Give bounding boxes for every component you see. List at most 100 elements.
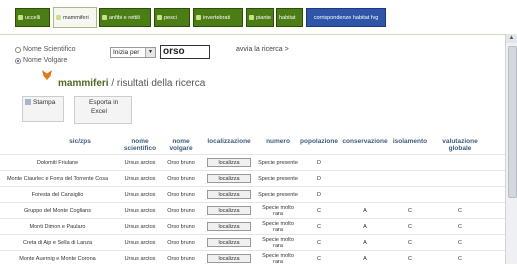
- cell-num: Specie presente: [258, 159, 298, 166]
- cell-pop: C: [317, 239, 321, 246]
- cell-sci: Ursus arctos: [124, 175, 156, 182]
- cell-site: Foresta del Cansiglio: [31, 191, 84, 198]
- cell-com: Orso bruno: [167, 239, 195, 246]
- header-numero: numero: [266, 138, 290, 145]
- radio-nome-volgare[interactable]: Nome Volgare: [15, 57, 67, 64]
- tab-pesci[interactable]: pesci: [154, 8, 190, 27]
- cell-cons: [340, 155, 390, 170]
- cell-com: Orso bruno: [167, 191, 195, 198]
- table-row: Monte Ciaurlec e Forra del Torrente Cosa…: [0, 170, 505, 186]
- table-row: Dolomiti Friulane Ursus arctos Orso bruno l…: [0, 154, 505, 170]
- frog-icon: [102, 15, 107, 20]
- cell-cons: [340, 187, 390, 202]
- radio-icon[interactable]: [15, 46, 21, 53]
- table-row: Creta di Aip e Sella di Lanza Ursus arcto…: [0, 234, 505, 250]
- cell-loc: localizza: [203, 235, 255, 250]
- start-search-link[interactable]: avvia la ricerca >: [236, 46, 289, 53]
- localizza-button[interactable]: localizza: [207, 222, 251, 231]
- cell-glob: C: [458, 239, 462, 246]
- cell-sci: Ursus arctos: [124, 191, 156, 198]
- tab-mammiferi[interactable]: mammiferi: [53, 7, 97, 28]
- localizza-button[interactable]: localizza: [207, 174, 251, 183]
- cell-sci: Ursus arctos: [124, 239, 156, 246]
- cell-num: Specie molto rara: [262, 220, 294, 233]
- match-mode-select[interactable]: Inizia per ▼: [110, 47, 156, 58]
- cell-sci: Ursus arctos: [124, 207, 156, 214]
- header-isolamento: isolamento: [392, 138, 428, 145]
- cell-num: Specie presente: [258, 175, 298, 182]
- cell-glob: C: [458, 223, 462, 230]
- cell-loc: localizza: [203, 187, 255, 202]
- cell-glob: [430, 155, 490, 170]
- tab-anfibi-rettili[interactable]: anfibi e rettili: [99, 8, 151, 27]
- cell-loc: localizza: [203, 203, 255, 218]
- localizza-button[interactable]: localizza: [207, 254, 251, 263]
- header-conservazione: conservazione: [342, 138, 388, 145]
- nav-divider: [0, 34, 505, 35]
- cell-cons: A: [363, 239, 367, 246]
- cell-glob: [430, 187, 490, 202]
- cell-loc: localizza: [203, 219, 255, 234]
- cell-glob: C: [458, 207, 462, 214]
- plant-icon: [249, 15, 254, 20]
- cell-pop: D: [317, 191, 321, 198]
- tab-piante[interactable]: piante: [246, 8, 274, 27]
- cell-com: Orso bruno: [167, 207, 195, 214]
- table-row: Gruppo del Monte Coglians Ursus arctos Ors…: [0, 202, 505, 218]
- header-site: sic/zps: [69, 138, 91, 145]
- cell-iso: C: [408, 223, 412, 230]
- cell-sci: Ursus arctos: [124, 223, 156, 230]
- tab-invertebrati[interactable]: invertebrati: [193, 8, 243, 27]
- table-row: Monti Dimon e Paularo Ursus arctos Orso br…: [0, 218, 505, 234]
- localizza-button[interactable]: localizza: [207, 206, 251, 215]
- header-common-name: nome volgare: [169, 138, 193, 152]
- localizza-button[interactable]: localizza: [207, 238, 251, 247]
- table-header: sic/zps nome scientifico nome volgare loca…: [0, 136, 505, 154]
- cell-iso: C: [408, 207, 412, 214]
- search-input[interactable]: orso: [160, 45, 210, 59]
- mammal-icon: [56, 15, 61, 20]
- cell-loc: localizza: [203, 171, 255, 186]
- export-label-line2: Excel: [91, 108, 107, 115]
- header-scientific-name: nome scientifico: [123, 138, 157, 152]
- export-label-line1: Esporta in: [89, 99, 119, 106]
- header-popolazione: popolazione: [300, 138, 338, 145]
- cell-iso: [390, 187, 430, 202]
- print-button[interactable]: Stampa: [22, 96, 64, 122]
- cell-com: Orso bruno: [167, 159, 195, 166]
- radio-checked-icon[interactable]: [15, 57, 21, 64]
- cell-pop: C: [317, 207, 321, 214]
- cell-site: Creta di Aip e Sella di Lanza: [22, 239, 93, 246]
- header-localizzazione: localizzazione: [207, 138, 251, 145]
- cell-iso: [390, 155, 430, 170]
- localizza-button[interactable]: localizza: [207, 158, 251, 167]
- cell-iso: [390, 171, 430, 186]
- insect-icon: [196, 15, 201, 20]
- cell-cons: A: [363, 223, 367, 230]
- cell-num: Specie presente: [258, 191, 298, 198]
- radio-nome-scientifico[interactable]: Nome Scientifico: [15, 46, 76, 53]
- export-excel-button[interactable]: Esporta in Excel: [74, 96, 132, 124]
- scrollbar-thumb[interactable]: [508, 46, 517, 198]
- cell-pop: C: [317, 223, 321, 230]
- cell-site: Dolomiti Friulane: [36, 159, 79, 166]
- cell-site: Monte Ciaurlec e Forra del Torrente Cosa: [6, 175, 109, 182]
- localizza-button[interactable]: localizza: [207, 190, 251, 199]
- cell-iso: C: [408, 239, 412, 246]
- cell-com: Orso bruno: [167, 223, 195, 230]
- cell-site: Gruppo del Monte Coglians: [24, 207, 91, 214]
- print-icon: [25, 99, 31, 106]
- tab-corrispondenze-habitat[interactable]: corrispondenze habitat fvg: [306, 8, 386, 27]
- cell-glob: [430, 171, 490, 186]
- cell-pop: D: [317, 175, 321, 182]
- cell-num: Specie molto rara: [262, 204, 294, 217]
- top-navigation: uccelli mammiferi anfibi e rettili pesci…: [0, 0, 517, 34]
- cell-site: Monti Dimon e Paularo: [29, 223, 86, 230]
- cell-sci: Ursus arctos: [124, 159, 156, 166]
- chevron-down-icon[interactable]: ▼: [145, 48, 155, 57]
- tab-habitat[interactable]: habitat: [276, 8, 303, 27]
- vertical-scrollbar[interactable]: ▲: [505, 34, 517, 264]
- tab-uccelli[interactable]: uccelli: [15, 8, 50, 27]
- cell-com: Orso bruno: [167, 175, 195, 182]
- scroll-up-icon[interactable]: ▲: [506, 34, 517, 43]
